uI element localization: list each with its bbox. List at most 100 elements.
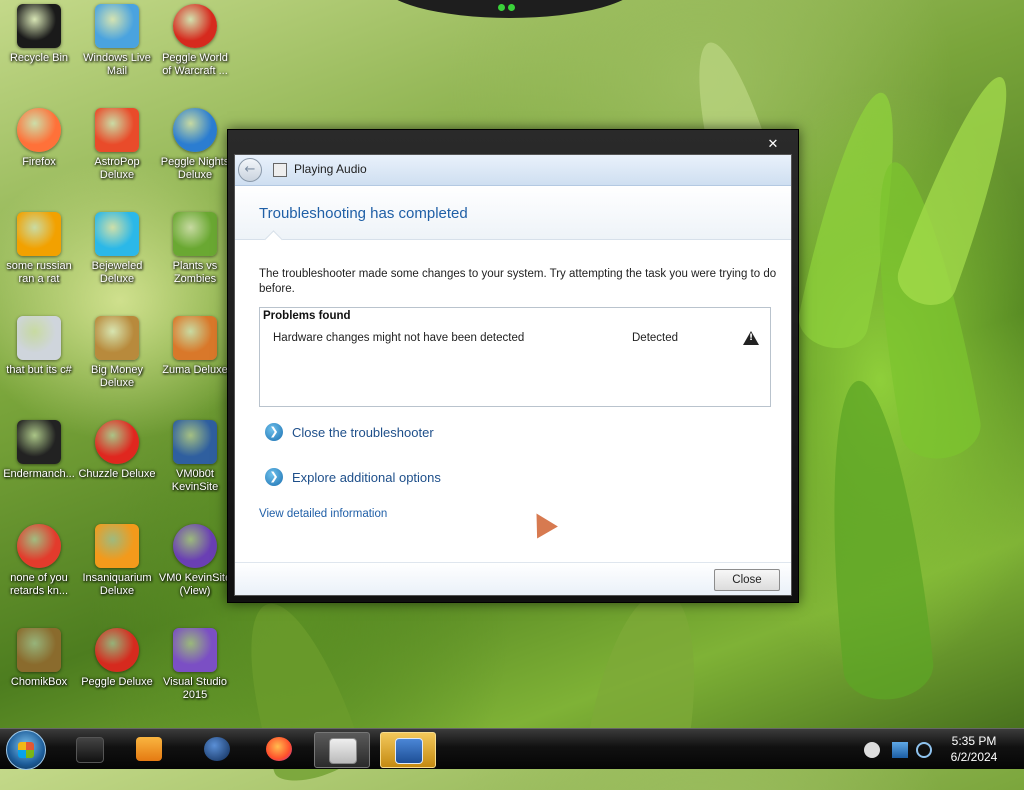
action-label: Close the troubleshooter (292, 424, 434, 440)
firefox-icon (17, 108, 61, 152)
explore-options-link[interactable]: ❯ Explore additional options (265, 466, 441, 488)
plants-icon (173, 212, 217, 256)
chuzzle-icon (95, 420, 139, 464)
hamster-icon (17, 628, 61, 672)
dino-icon (17, 524, 61, 568)
app-de-icon (17, 212, 61, 256)
recycle-bin-icon (17, 4, 61, 48)
problem-name[interactable]: Hardware changes might not have been det… (273, 332, 524, 344)
desktop-icon-label: Recycle Bin (9, 52, 69, 64)
window-footer: Close (235, 562, 791, 595)
desktop-icon[interactable]: VM0 KevinSite (View) (156, 524, 234, 598)
desktop-icon[interactable]: Peggle World of Warcraft ... (156, 4, 234, 78)
start-button[interactable] (6, 730, 46, 770)
desktop-icon-label: Chuzzle Deluxe (78, 468, 156, 480)
taskbar-clock[interactable]: 5:35 PM 6/2/2024 (936, 733, 1012, 765)
desktop-icon[interactable]: Chuzzle Deluxe (78, 420, 156, 481)
desktop-icon-label: Endermanch... (3, 468, 75, 480)
network-icon[interactable] (916, 742, 932, 758)
console-icon (17, 420, 61, 464)
taskbar-earth[interactable] (190, 732, 244, 766)
desktop-icon-label: VM0 KevinSite (View) (158, 572, 232, 597)
peggle-icon (173, 4, 217, 48)
close-button[interactable]: Close (714, 569, 780, 591)
money-bag-icon (95, 316, 139, 360)
astropop-icon (95, 108, 139, 152)
desktop-icon[interactable]: none of you retards kn... (0, 524, 78, 598)
taskbar-media-player[interactable] (62, 732, 116, 766)
back-button[interactable]: ← (238, 158, 262, 182)
desktop-icon[interactable]: Firefox (0, 108, 78, 169)
desktop-icon-label: Firefox (22, 156, 56, 168)
peggle-icon (95, 628, 139, 672)
desktop-icon-label: Peggle World of Warcraft ... (162, 52, 228, 77)
desktop-icon[interactable]: Zuma Deluxe (156, 316, 234, 377)
desktop-icon[interactable]: Insaniquarium Deluxe (78, 524, 156, 598)
desktop-icon[interactable]: Windows Live Mail (78, 4, 156, 78)
desktop-icon-label: none of you retards kn... (9, 572, 69, 597)
zuma-icon (173, 316, 217, 360)
desktop-icon[interactable]: Visual Studio 2015 (156, 628, 234, 702)
desktop-icon[interactable]: Recycle Bin (0, 4, 78, 65)
windows-media-icon (136, 737, 162, 761)
status-light (498, 4, 505, 11)
action-label: Explore additional options (292, 469, 441, 485)
notepad-icon (329, 738, 357, 764)
fish-icon (95, 524, 139, 568)
desktop-icon-label: VM0b0t KevinSite (171, 468, 219, 493)
result-banner: Troubleshooting has completed (235, 186, 791, 249)
taskbar-notepad[interactable] (314, 732, 370, 768)
desktop-icon[interactable]: AstroPop Deluxe (78, 108, 156, 182)
gem-icon (95, 212, 139, 256)
status-light (508, 4, 515, 11)
taskbar-windows-media[interactable] (122, 732, 176, 766)
mail-icon (95, 4, 139, 48)
show-hidden-icons-icon[interactable] (864, 742, 880, 758)
troubleshooter-icon (273, 163, 287, 177)
desktop-icon-label: that but its c# (6, 364, 72, 376)
desktop-icon[interactable]: some russian ran a rat (0, 212, 78, 286)
earth-icon (204, 737, 230, 761)
desktop-icon-label: Windows Live Mail (83, 52, 151, 77)
desktop-icon[interactable]: Peggle Deluxe (78, 628, 156, 689)
windows-logo-icon (18, 742, 34, 758)
desktop-icon-label: some russian ran a rat (6, 260, 72, 285)
window-title: Playing Audio (294, 162, 367, 176)
clock-date: 6/2/2024 (950, 750, 998, 764)
window-close-button[interactable]: ✕ (760, 137, 786, 152)
close-troubleshooter-link[interactable]: ❯ Close the troubleshooter (265, 421, 434, 443)
desktop-icon[interactable]: Endermanch... (0, 420, 78, 481)
view-details-link[interactable]: View detailed information (259, 508, 387, 520)
vm-icon (173, 420, 217, 464)
clock-time: 5:35 PM (951, 734, 997, 748)
visual-studio-icon (173, 628, 217, 672)
troubleshooter-content: ← Playing Audio Troubleshooting has comp… (234, 154, 792, 596)
monitor-icon[interactable] (892, 742, 908, 758)
desktop-icon-label: Insaniquarium Deluxe (82, 572, 152, 597)
desktop-icon-label: Plants vs Zombies (172, 260, 218, 285)
desktop-icon[interactable]: Big Money Deluxe (78, 316, 156, 390)
desktop-icon-label: ChomikBox (10, 676, 68, 688)
media-player-icon (76, 737, 104, 763)
back-arrow-icon: ← (244, 162, 256, 177)
desktop-icon[interactable]: Plants vs Zombies (156, 212, 234, 286)
desktop-icon[interactable]: Bejeweled Deluxe (78, 212, 156, 286)
window-header: ← Playing Audio (235, 155, 791, 186)
windows-stack-icon (17, 316, 61, 360)
firefox-icon (266, 737, 292, 761)
taskbar-firefox[interactable] (252, 732, 306, 766)
desktop-icon[interactable]: ChomikBox (0, 628, 78, 689)
taskbar-troubleshooter[interactable] (380, 732, 436, 768)
desktop-icon[interactable]: that but its c# (0, 316, 78, 377)
peggle-icon (173, 108, 217, 152)
desktop-icon-label: Peggle Nights Deluxe (160, 156, 230, 181)
desktop-icon-label: Visual Studio 2015 (162, 676, 227, 701)
desktop-icon-label: Bejeweled Deluxe (91, 260, 143, 285)
desktop-icon[interactable]: Peggle Nights Deluxe (156, 108, 234, 182)
desktop-icon-label: Zuma Deluxe (162, 364, 228, 376)
result-description: The troubleshooter made some changes to … (259, 268, 777, 295)
desktop-icon[interactable]: VM0b0t KevinSite (156, 420, 234, 494)
page-title: Troubleshooting has completed (259, 205, 468, 222)
desktop-icon-label: Peggle Deluxe (81, 676, 153, 688)
warning-icon (743, 331, 759, 345)
